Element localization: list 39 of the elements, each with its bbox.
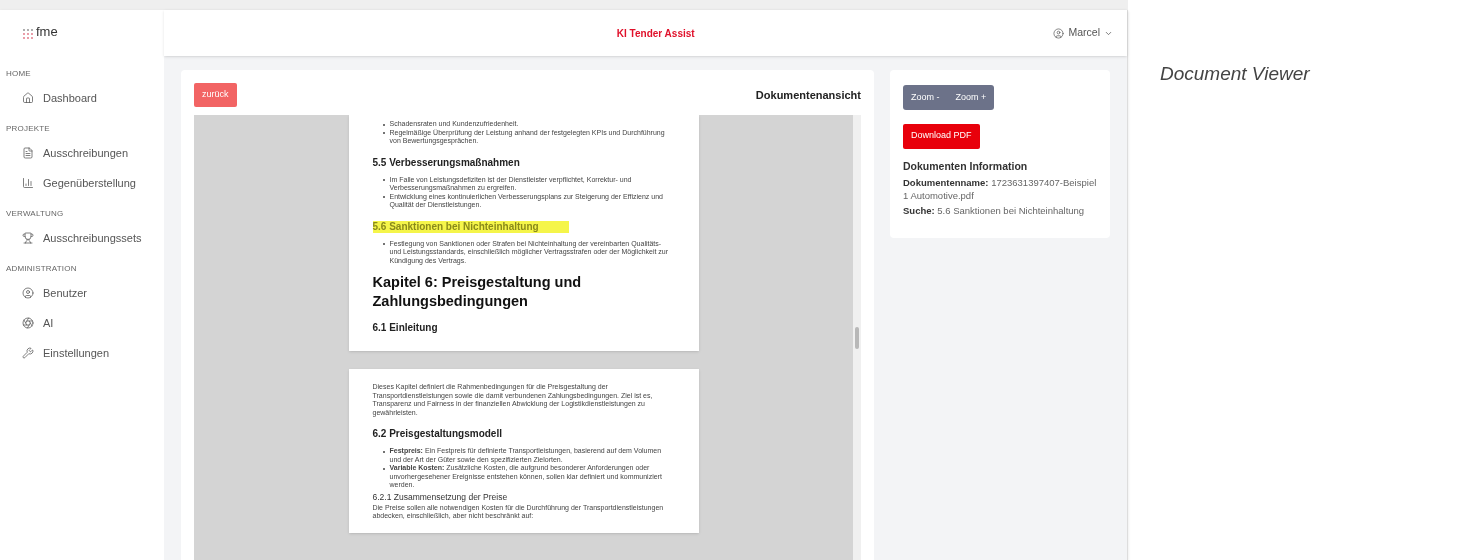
scrollbar[interactable] [853,115,861,560]
section-label: VERWALTUNG [5,208,65,220]
wrench-icon [22,347,34,359]
aperture-icon [22,317,34,329]
section-label: HOME [5,68,32,80]
sidebar-item[interactable]: Dashboard [0,83,164,113]
home-icon [22,92,34,104]
caption: Document Viewer [1160,63,1310,84]
sidebar-item[interactable]: Ausschreibungssets [0,223,164,253]
document-icon [22,147,34,159]
download-button[interactable]: Download PDF [903,123,980,149]
sidebar-item[interactable]: AI [0,308,164,338]
info-text: Suche: 5.6 Sanktionen bei Nichteinhaltung [903,204,1086,218]
section-heading: 5.5 Verbesserungsmaßnahmen [372,156,521,169]
sidebar-item[interactable]: Ausschreibungen [0,138,164,168]
section-heading: 5.6 Sanktionen bei Nichteinhaltung [372,220,569,233]
app-title: KI Tender Assist [616,26,695,41]
user-circle-icon [22,287,34,299]
chapter-heading: Kapitel 6: Preisgestaltung und Zahlungsbedingungen [372,273,583,311]
user-menu[interactable]: Marcel [1053,25,1113,41]
info-text: Dokumentenname: 1723631397407-Beispiel 1 Automotive.pdf [903,176,1097,203]
zoom-in-button[interactable]: Zoom + [947,85,995,111]
card-title: Dokumentenansicht [755,88,861,103]
sidebar-item[interactable]: Gegenüberstellung [0,168,164,198]
trophy-icon [22,232,34,244]
sidebar-item[interactable]: Einstellungen [0,338,164,368]
subsection-heading: 6.2.1 Zusammensetzung der Preise [372,491,509,502]
bar-chart-icon [22,177,34,189]
section-heading: 6.1 Einleitung [372,322,439,334]
zoom-out-button[interactable]: Zoom - [903,85,948,111]
scrollbar-thumb[interactable] [855,327,859,349]
info-heading: Dokumenten Information [903,158,1029,174]
section-label: ADMINISTRATION [5,263,78,275]
dot-grid-icon [22,27,34,41]
user-circle-icon [1053,27,1065,39]
section-label: PROJEKTE [5,123,51,135]
section-heading: 6.2 Preisgestaltungsmodell [372,428,503,440]
sidebar-item[interactable]: Benutzer [0,278,164,308]
logo-text: fme [36,23,58,42]
